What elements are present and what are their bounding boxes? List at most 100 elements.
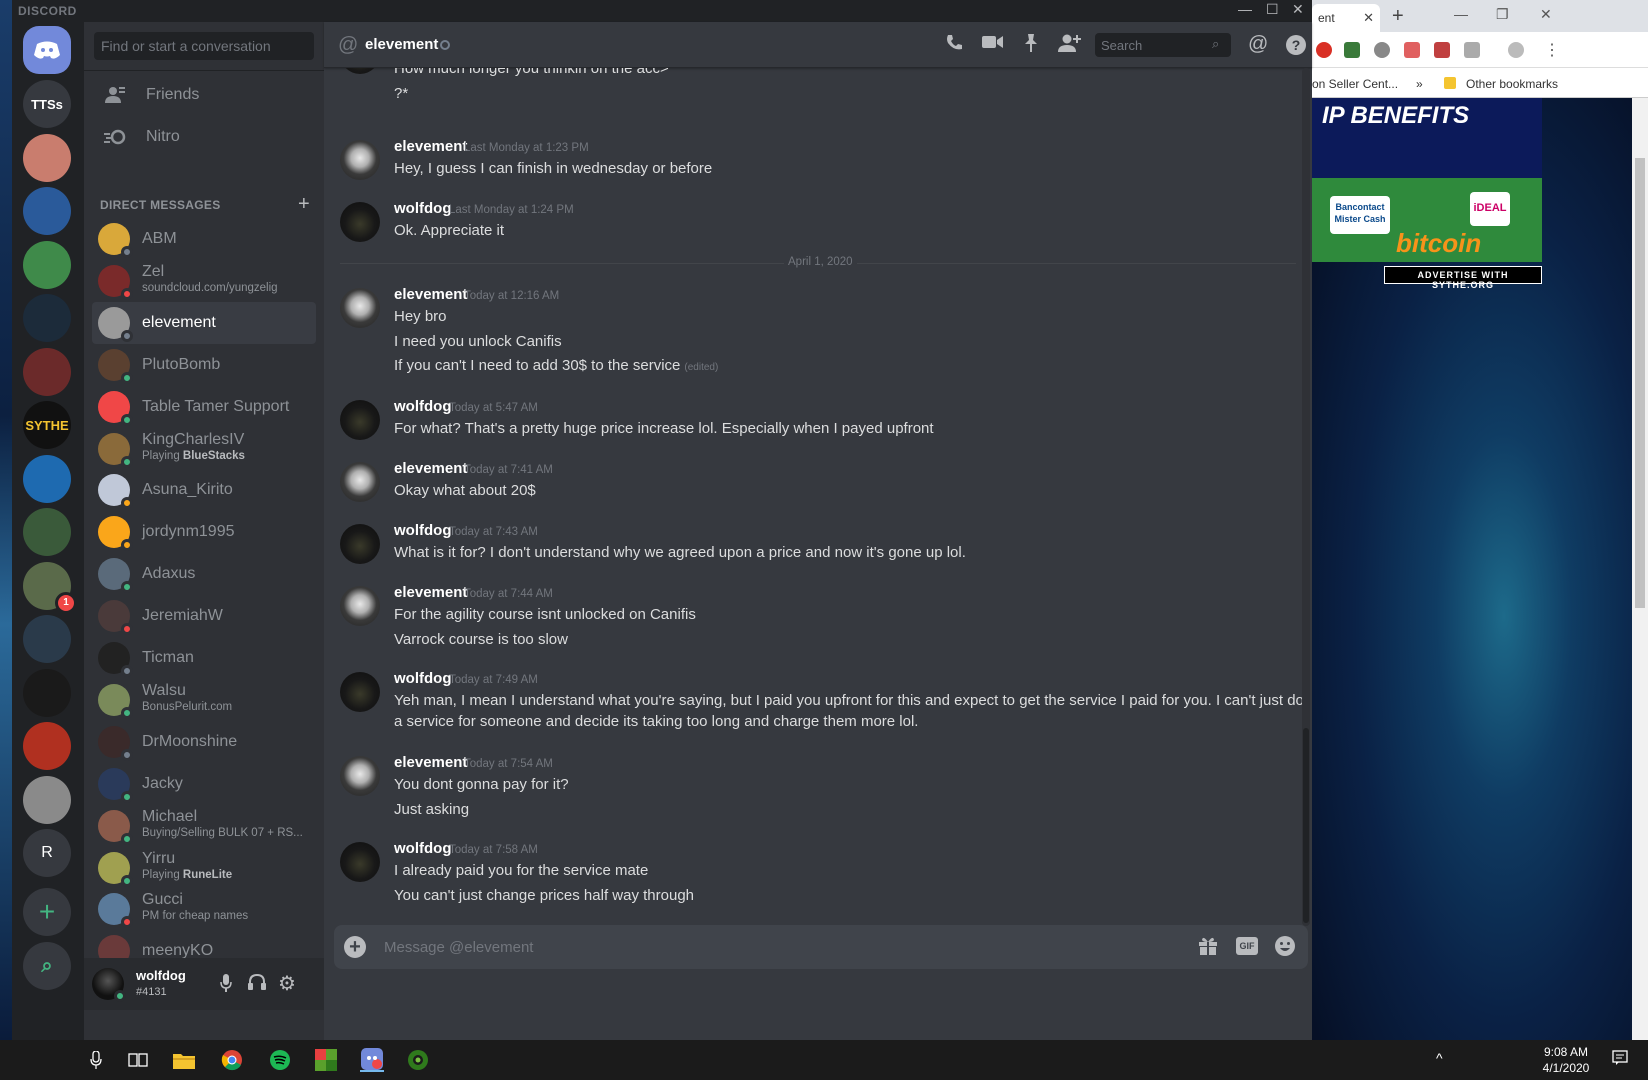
adblock-icon[interactable] bbox=[1316, 42, 1332, 58]
messages-scrollbar[interactable] bbox=[1302, 68, 1310, 926]
browser-tab[interactable]: ent ✕ bbox=[1312, 4, 1380, 32]
minimize-icon[interactable]: — bbox=[1238, 1, 1252, 17]
task-view-icon[interactable] bbox=[126, 1048, 150, 1072]
emoji-picker-icon[interactable] bbox=[1274, 935, 1296, 963]
message-avatar[interactable] bbox=[340, 140, 380, 180]
spotify-icon[interactable] bbox=[268, 1048, 292, 1072]
scrollbar-thumb[interactable] bbox=[1635, 158, 1645, 608]
nav-friends[interactable]: Friends bbox=[92, 74, 316, 116]
maximize-icon[interactable]: ☐ bbox=[1266, 1, 1279, 18]
message-avatar[interactable] bbox=[340, 202, 380, 242]
nav-nitro[interactable]: Nitro bbox=[92, 116, 316, 158]
message-author[interactable]: wolfdog bbox=[394, 398, 451, 415]
show-hidden-icons-chevron[interactable]: ^ bbox=[1436, 1050, 1443, 1066]
gif-picker-icon[interactable]: GIF bbox=[1236, 937, 1258, 955]
video-call-icon[interactable] bbox=[982, 33, 1004, 57]
message-avatar[interactable] bbox=[340, 672, 380, 712]
extension-icon[interactable] bbox=[1464, 42, 1480, 58]
dm-item[interactable]: Adaxus bbox=[92, 553, 316, 595]
server-icon[interactable] bbox=[23, 294, 71, 342]
message-avatar[interactable] bbox=[340, 68, 380, 74]
gift-icon[interactable] bbox=[1198, 935, 1218, 961]
dm-item[interactable]: Asuna_Kirito bbox=[92, 469, 316, 511]
headphones-icon[interactable] bbox=[248, 973, 266, 995]
bookmark-link[interactable]: on Seller Cent... bbox=[1312, 77, 1398, 91]
advertise-link[interactable]: ADVERTISE WITH SYTHE.ORG bbox=[1384, 266, 1542, 290]
server-icon[interactable] bbox=[23, 508, 71, 556]
runelite-icon[interactable] bbox=[406, 1048, 430, 1072]
dm-item[interactable]: KingCharlesIV Playing BlueStacks bbox=[92, 428, 316, 470]
action-center-icon[interactable] bbox=[1612, 1050, 1628, 1069]
system-clock[interactable]: 9:08 AM 4/1/2020 bbox=[1536, 1044, 1596, 1076]
explore-servers-button[interactable]: ⌕ bbox=[23, 942, 71, 990]
message-avatar[interactable] bbox=[340, 586, 380, 626]
dm-item[interactable]: Gucci PM for cheap names bbox=[92, 888, 316, 930]
close-tab-icon[interactable]: ✕ bbox=[1363, 10, 1374, 26]
minecraft-icon[interactable] bbox=[314, 1048, 338, 1072]
server-icon[interactable] bbox=[23, 348, 71, 396]
server-icon[interactable] bbox=[23, 776, 71, 824]
chrome-icon[interactable] bbox=[220, 1048, 244, 1072]
find-conversation-input[interactable] bbox=[94, 32, 314, 60]
server-icon[interactable] bbox=[23, 134, 71, 182]
add-server-button[interactable]: + bbox=[23, 888, 71, 936]
microphone-icon[interactable] bbox=[220, 974, 232, 997]
pdf-icon[interactable] bbox=[1434, 42, 1450, 58]
bookmarks-overflow-icon[interactable]: » bbox=[1416, 77, 1423, 91]
scrollbar-thumb[interactable] bbox=[1303, 728, 1309, 923]
pinned-messages-icon[interactable] bbox=[1022, 33, 1040, 59]
server-icon[interactable]: SYTHE bbox=[23, 401, 71, 449]
ad-banner[interactable]: IP BENEFITS bbox=[1312, 98, 1542, 178]
message-avatar[interactable] bbox=[340, 756, 380, 796]
message-author[interactable]: elevement bbox=[394, 286, 467, 303]
message-avatar[interactable] bbox=[340, 400, 380, 440]
dm-item[interactable]: Table Tamer Support bbox=[92, 386, 316, 428]
voice-call-icon[interactable] bbox=[944, 33, 964, 59]
server-icon[interactable] bbox=[23, 722, 71, 770]
message-author[interactable]: wolfdog bbox=[394, 670, 451, 687]
close-window-icon[interactable]: ✕ bbox=[1540, 6, 1552, 23]
message-input[interactable] bbox=[384, 933, 1174, 961]
home-button[interactable] bbox=[23, 26, 71, 74]
minimize-icon[interactable]: — bbox=[1454, 6, 1468, 22]
server-icon[interactable] bbox=[23, 455, 71, 503]
dm-item[interactable]: ABM bbox=[92, 218, 316, 260]
bookmark-folder[interactable]: Other bookmarks bbox=[1466, 77, 1558, 91]
dm-item[interactable]: jordynm1995 bbox=[92, 511, 316, 553]
message-avatar[interactable] bbox=[340, 524, 380, 564]
close-icon[interactable]: ✕ bbox=[1292, 1, 1304, 18]
dm-item[interactable]: Michael Buying/Selling BULK 07 + RS... bbox=[92, 805, 316, 847]
add-friend-to-dm-icon[interactable] bbox=[1058, 33, 1082, 59]
menu-kebab-icon[interactable]: ⋮ bbox=[1544, 40, 1560, 60]
message-avatar[interactable] bbox=[340, 842, 380, 882]
help-icon[interactable]: ? bbox=[1286, 35, 1306, 55]
payment-banner[interactable]: Bancontact Mister Cash iDEAL bitcoin bbox=[1312, 178, 1542, 262]
message-avatar[interactable] bbox=[340, 288, 380, 328]
create-dm-icon[interactable]: + bbox=[298, 193, 310, 216]
extension-icon[interactable] bbox=[1374, 42, 1390, 58]
dm-item[interactable]: DrMoonshine bbox=[92, 721, 316, 763]
message-author[interactable]: elevement bbox=[394, 460, 467, 477]
dm-item[interactable]: Yirru Playing RuneLite bbox=[92, 847, 316, 889]
message-author[interactable]: elevement bbox=[394, 584, 467, 601]
browser-scrollbar[interactable] bbox=[1632, 98, 1648, 1040]
server-icon[interactable] bbox=[23, 615, 71, 663]
new-tab-icon[interactable]: + bbox=[1392, 5, 1404, 28]
message-author[interactable]: wolfdog bbox=[394, 200, 451, 217]
dm-item[interactable]: elevement bbox=[92, 301, 316, 344]
settings-gear-icon[interactable]: ⚙ bbox=[278, 971, 296, 996]
server-icon[interactable] bbox=[23, 669, 71, 717]
upload-plus-icon[interactable]: + bbox=[344, 936, 366, 958]
dm-item[interactable]: PlutoBomb bbox=[92, 344, 316, 386]
dm-item[interactable]: Zel soundcloud.com/yungzelig bbox=[92, 260, 316, 302]
file-explorer-icon[interactable] bbox=[172, 1048, 196, 1072]
message-author[interactable]: elevement bbox=[394, 754, 467, 771]
extension-icon[interactable] bbox=[1344, 42, 1360, 58]
server-icon[interactable] bbox=[23, 241, 71, 289]
restore-icon[interactable]: ❐ bbox=[1496, 6, 1509, 23]
dm-item[interactable]: Walsu BonusPelurit.com bbox=[92, 679, 316, 721]
message-author[interactable]: elevement bbox=[394, 138, 467, 155]
search-input[interactable] bbox=[1095, 33, 1231, 57]
server-icon[interactable] bbox=[23, 187, 71, 235]
dm-item[interactable]: Jacky bbox=[92, 763, 316, 805]
